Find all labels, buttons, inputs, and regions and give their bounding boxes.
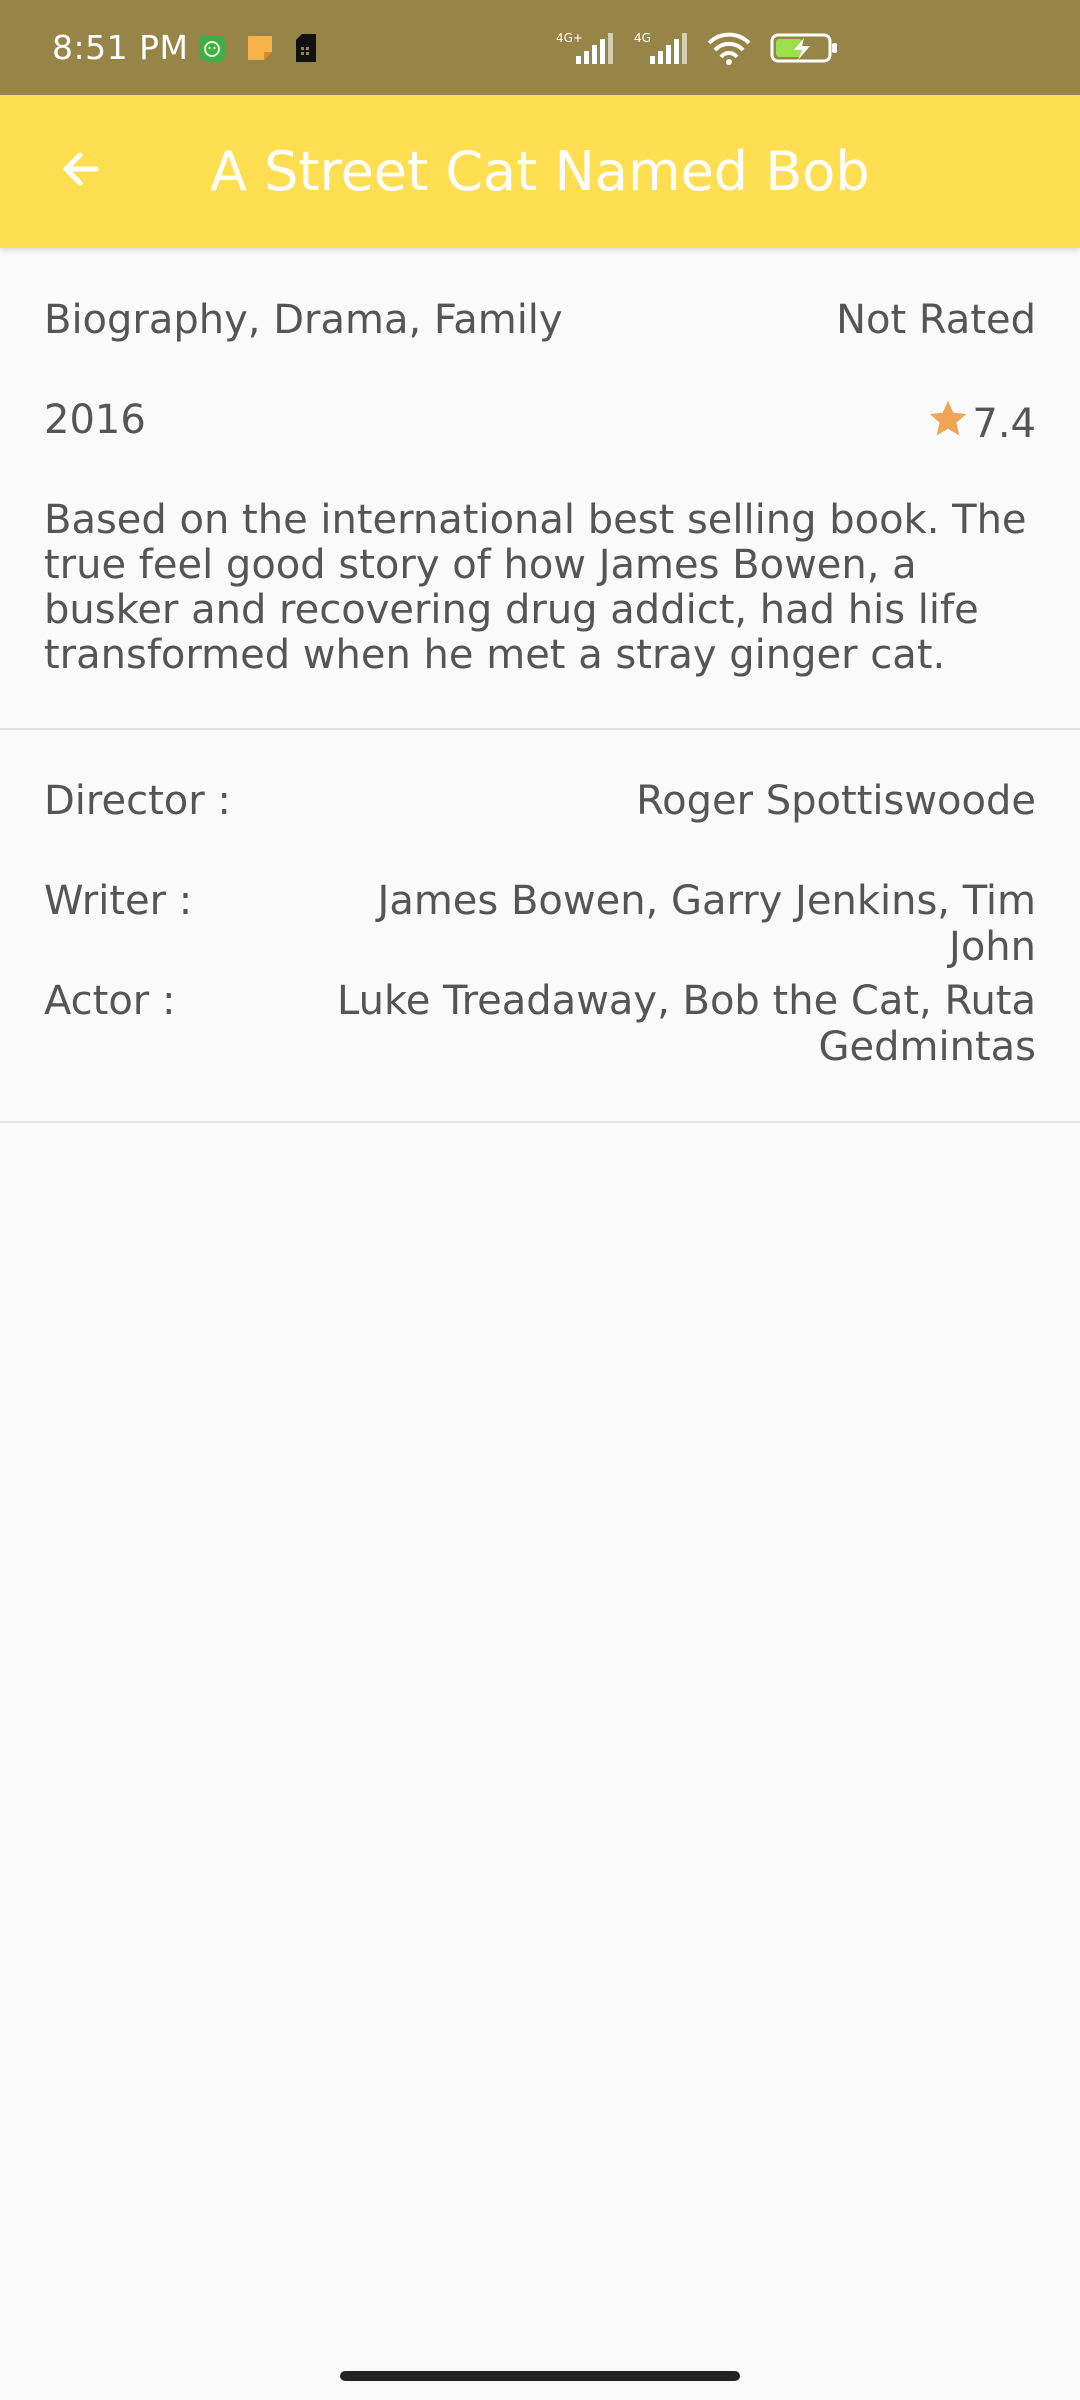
rating-value: 7.4: [972, 401, 1036, 447]
year-row: 2016 7.4: [44, 397, 1036, 451]
rating: 7.4: [926, 397, 1036, 451]
year-text: 2016: [44, 397, 146, 443]
cat-app-icon: [198, 34, 226, 62]
arrow-back-icon: [56, 145, 104, 197]
status-bar: 8:51 PM 4G+ 4G: [0, 0, 1080, 95]
director-row: Director : Roger Spottiswoode: [44, 778, 1036, 824]
notification-icons: [198, 0, 318, 95]
director-label: Director :: [44, 778, 231, 824]
app-bar: A Street Cat Named Bob: [0, 95, 1080, 248]
writer-value: James Bowen, Garry Jenkins, Tim John: [377, 878, 1036, 970]
writer-label: Writer :: [44, 878, 193, 924]
rated-text: Not Rated: [836, 297, 1036, 343]
actor-value: Luke Treadaway, Bob the Cat, Ruta Gedmin…: [337, 978, 1036, 1070]
plot-text: Based on the international best selling …: [44, 497, 1027, 678]
page-title: A Street Cat Named Bob: [210, 140, 870, 203]
writer-row: Writer : James Bowen, Garry Jenkins, Tim…: [44, 878, 1036, 970]
signal-4g-icon: 4G: [632, 30, 688, 66]
battery-charging-icon: [770, 30, 840, 66]
divider: [0, 728, 1080, 730]
sim-card-icon: [294, 33, 318, 62]
back-button[interactable]: [40, 131, 120, 211]
signal-4g-plus-icon: 4G+: [554, 30, 614, 66]
actor-label: Actor :: [44, 978, 176, 1024]
wifi-icon: [706, 30, 752, 66]
gesture-nav-bar[interactable]: [340, 2371, 740, 2381]
actor-row: Actor : Luke Treadaway, Bob the Cat, Rut…: [44, 978, 1036, 1070]
genres-text: Biography, Drama, Family: [44, 297, 563, 343]
svg-text:4G+: 4G+: [556, 31, 583, 45]
star-icon: [926, 397, 970, 451]
note-icon: [246, 34, 274, 62]
genre-row: Biography, Drama, Family Not Rated: [44, 297, 1036, 343]
svg-text:4G: 4G: [634, 31, 651, 45]
status-time: 8:51 PM: [52, 28, 189, 67]
divider: [0, 1121, 1080, 1123]
status-right-icons: 4G+ 4G: [554, 0, 840, 95]
director-value: Roger Spottiswoode: [636, 778, 1036, 824]
